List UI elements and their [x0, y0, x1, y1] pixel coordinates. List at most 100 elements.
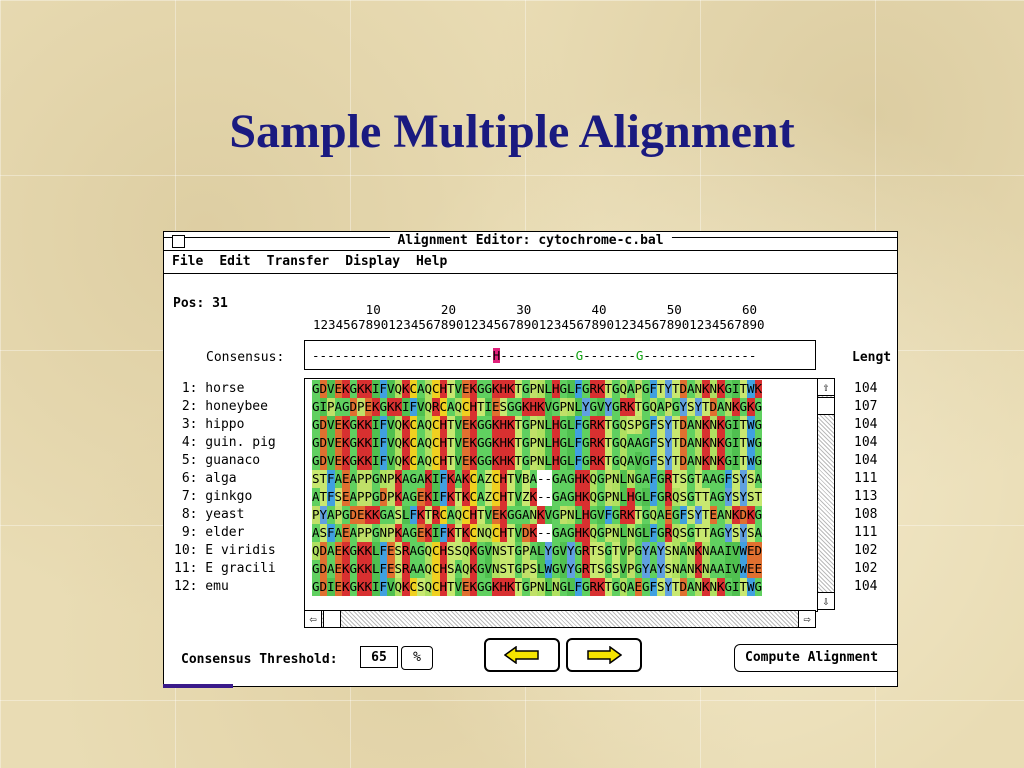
consensus-residue: - [424, 348, 433, 363]
residue: Y [739, 488, 748, 506]
residue: K [702, 434, 710, 452]
scroll-left-arrow-icon[interactable]: ⇦ [305, 611, 322, 627]
residue: S [612, 560, 620, 578]
residue: N [724, 506, 733, 524]
horizontal-scrollbar[interactable]: ⇦ ⇨ [304, 610, 816, 628]
residue: G [642, 452, 650, 470]
compute-alignment-button[interactable]: Compute Alignment [734, 644, 897, 672]
sequence-name[interactable]: 2: honeybee [174, 398, 276, 416]
sequence-name[interactable]: 4: guin. pig [174, 434, 276, 452]
residue: Q [424, 542, 433, 560]
menu-help[interactable]: Help [416, 251, 447, 273]
residue: D [319, 560, 328, 578]
next-button[interactable] [566, 638, 642, 672]
sequence-row[interactable]: GDVEKGKKIFVQKCAQCHTVEKGGKHKTGPNLHGLFGRKT… [312, 452, 762, 470]
residue: G [574, 560, 583, 578]
residue: N [672, 542, 680, 560]
residue: L [619, 524, 628, 542]
sequence-row[interactable]: GDAEKGKKLFESRAAQCHSAQKGVNSTGPSLWGVYGRTSG… [312, 560, 762, 578]
sequence-name[interactable]: 5: guanaco [174, 452, 276, 470]
residue: T [634, 398, 643, 416]
residue: K [357, 542, 365, 560]
menu-display[interactable]: Display [345, 251, 400, 273]
residue: Q [394, 452, 403, 470]
residue: P [634, 416, 643, 434]
vertical-scrollbar[interactable]: ⇧ ⇩ [817, 378, 835, 610]
residue: H [499, 488, 508, 506]
sequence-row[interactable]: GDVEKGKKIFVQKCAQCHTVEKGGKHKTGPNLHGLFGRKT… [312, 434, 762, 452]
sequence-row[interactable]: QDAEKGKKLFESRAGQCHSSQKGVNSTGPALYGVYGRTSG… [312, 542, 762, 560]
menu-file[interactable]: File [172, 251, 203, 273]
menu-edit[interactable]: Edit [219, 251, 250, 273]
residue: K [747, 506, 755, 524]
residue: G [484, 578, 493, 596]
residue: K [507, 434, 515, 452]
residue: P [522, 542, 530, 560]
residue: G [597, 470, 605, 488]
residue: G [484, 416, 493, 434]
scroll-down-arrow-icon[interactable]: ⇩ [818, 592, 834, 609]
sequence-name[interactable]: 12: emu [174, 578, 276, 596]
previous-button[interactable] [484, 638, 560, 672]
residue: D [679, 380, 688, 398]
residue: G [597, 488, 605, 506]
sequence-length: 104 [854, 381, 878, 396]
sequence-row[interactable]: GIPAGDPEKGKKIFVQRCAQCHTIESGGKHKVGPNLYGVY… [312, 398, 762, 416]
consensus-threshold-input[interactable]: 65 [360, 646, 398, 668]
residue: F [649, 452, 658, 470]
residue: S [319, 524, 328, 542]
residue: A [454, 470, 463, 488]
residue: N [627, 524, 635, 542]
vertical-scroll-thumb[interactable] [818, 397, 834, 415]
residue: E [417, 524, 425, 542]
sequence-row[interactable]: GDIEKGKKIFVQKCSQCHTVEKGGKHKTGPNLNGLFGRKT… [312, 578, 762, 596]
residue: G [612, 578, 620, 596]
residue: H [582, 506, 590, 524]
residue: G [687, 524, 695, 542]
sequence-row[interactable]: GDVEKGKKIFVQKCAQCHTVEKGGKHKTGPNLHGLFGRKT… [312, 416, 762, 434]
residue: K [357, 380, 365, 398]
sequence-name[interactable]: 9: elder [174, 524, 276, 542]
scroll-up-arrow-icon[interactable]: ⇧ [818, 379, 834, 396]
sequence-row[interactable]: PYAPGDEKKGASLFKTRCAQCHTVEKGGANKVGPNLHGVF… [312, 506, 762, 524]
sequence-name[interactable]: 10: E viridis [174, 542, 276, 560]
residue: N [537, 416, 545, 434]
residue: G [582, 416, 590, 434]
residue: C [409, 434, 418, 452]
residue: K [627, 398, 635, 416]
residue: S [732, 470, 740, 488]
residue: A [559, 524, 568, 542]
sequence-name[interactable]: 8: yeast [174, 506, 276, 524]
residue: S [657, 578, 665, 596]
sequence-name[interactable]: 11: E gracili [174, 560, 276, 578]
residue: N [379, 524, 388, 542]
residue: F [327, 470, 335, 488]
window-titlebar[interactable]: Alignment Editor: cytochrome-c.bal [164, 232, 897, 251]
residue: H [499, 470, 508, 488]
right-arrow-icon [587, 646, 622, 664]
horizontal-scroll-thumb[interactable] [323, 611, 341, 627]
sequence-name[interactable]: 7: ginkgo [174, 488, 276, 506]
sequence-row[interactable]: GDVEKGKKIFVQKCAQCHTVEKGGKHKTGPNLHGLFGRKT… [312, 380, 762, 398]
scroll-right-arrow-icon[interactable]: ⇨ [798, 611, 815, 627]
sequence-alignment-view[interactable]: GDVEKGKKIFVQKCAQCHTVEKGGKHKTGPNLHGLFGRKT… [304, 378, 818, 612]
percent-button[interactable]: % [401, 646, 433, 670]
residue: S [679, 488, 688, 506]
residue: K [499, 506, 508, 524]
menu-transfer[interactable]: Transfer [267, 251, 330, 273]
residue: C [462, 398, 470, 416]
close-box-icon[interactable] [172, 235, 185, 248]
sequence-name[interactable]: 3: hippo [174, 416, 276, 434]
consensus-residue: - [673, 348, 682, 363]
sequence-row[interactable]: STFAEAPPGNPKAGAKIFKAKCAZCHTVBA--GAGHKQGP… [312, 470, 762, 488]
sequence-row[interactable]: ASFAEAPPGNPKAGEKIFKTKCNQCHTVDK--GAGHKQGP… [312, 524, 762, 542]
residue: K [364, 380, 373, 398]
sequence-name[interactable]: 6: alga [174, 470, 276, 488]
residue: D [679, 452, 688, 470]
residue: N [567, 398, 575, 416]
alignment-editor-window: Alignment Editor: cytochrome-c.bal File … [163, 231, 898, 687]
sequence-row[interactable]: ATFSEAPPGDPKAGEKIFKTKCAZCHTVZK--GAGHKQGP… [312, 488, 762, 506]
residue: G [312, 434, 320, 452]
sequence-name[interactable]: 1: horse [174, 380, 276, 398]
residue: G [477, 434, 485, 452]
